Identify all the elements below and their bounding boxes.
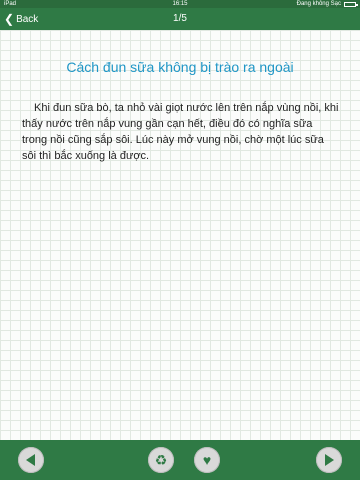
article-title: Cách đun sữa không bị trào ra ngoài (66, 59, 294, 75)
favorite-button[interactable]: ♥ (194, 447, 220, 473)
previous-button[interactable] (18, 447, 44, 473)
bottom-toolbar: ♻ ♥ (0, 440, 360, 480)
chevron-left-icon: ❮ (4, 12, 15, 26)
article-area: Cách đun sữa không bị trào ra ngoài Khi … (0, 30, 360, 440)
triangle-right-icon (325, 454, 334, 466)
status-bar: iPad 16:15 Đang không Sạc (0, 0, 360, 8)
back-button[interactable]: ❮ Back (4, 11, 38, 27)
article-body: Khi đun sữa bò, ta nhỏ vài giọt nước lên… (22, 102, 339, 162)
charging-status: Đang không Sạc (296, 1, 341, 7)
next-button[interactable] (316, 447, 342, 473)
recycle-icon: ♻ (154, 451, 168, 468)
back-label: Back (16, 13, 39, 25)
share-button[interactable]: ♻ (148, 447, 174, 473)
page-indicator: 1/5 (173, 13, 187, 24)
triangle-left-icon (26, 454, 35, 466)
heart-icon: ♥ (202, 452, 212, 468)
battery-icon (344, 1, 358, 7)
navigation-bar: 1/5 ❮ Back (0, 8, 360, 30)
battery-status: Đang không Sạc (296, 0, 358, 8)
